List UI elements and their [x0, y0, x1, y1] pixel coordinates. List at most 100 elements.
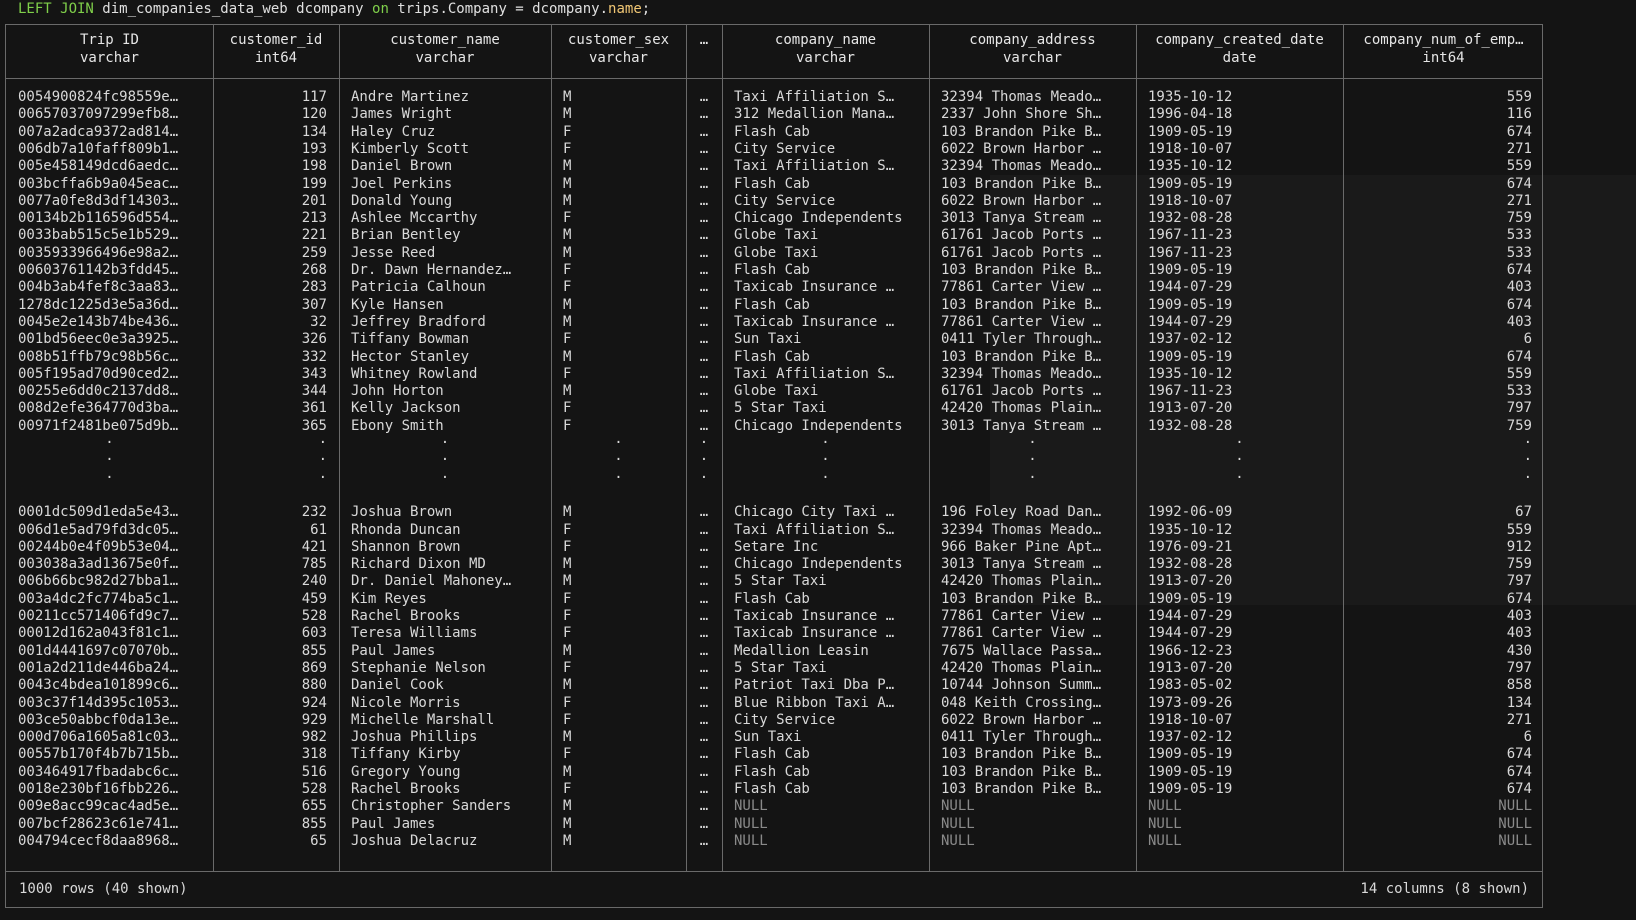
cell-hidden-columns: … — [699, 729, 709, 746]
cell-company-name: Chicago Independents — [734, 556, 903, 573]
table-row[interactable]: 004b3ab4fef8c3aa83… 283 Patricia Calhoun F …… — [6, 278, 1542, 296]
cell-company-num-of-emp: 759 — [1506, 556, 1532, 573]
sql-semicolon: ; — [641, 1, 651, 17]
cell-company-num-of-emp: 912 — [1506, 538, 1532, 555]
cell-company-name: Taxicab Insurance … — [734, 313, 895, 330]
column-header-customer-name[interactable]: customer_name varchar — [339, 31, 551, 67]
table-row[interactable]: 006d1e5ad79fd3dc05… 61 Rhonda Duncan F … Taxi… — [6, 521, 1542, 539]
cell-trip-id: 001d4441697c07070b… — [18, 642, 179, 659]
cell-customer-name: Andre Martinez — [351, 89, 470, 105]
cell-customer-name: Joshua Brown — [351, 504, 453, 521]
table-row[interactable]: 00971f2481be075d9b… 365 Ebony Smith F … Chica… — [6, 417, 1542, 435]
column-header-trip-id[interactable]: Trip ID varchar — [6, 31, 213, 67]
cell-company-address: 103 Brandon Pike B… — [941, 348, 1102, 365]
table-row[interactable]: 0018e230bf16fbb226… 528 Rachel Brooks F … Fla… — [6, 780, 1542, 798]
table-row[interactable]: 007a2adca9372ad814… 134 Haley Cruz F … Flash … — [6, 123, 1542, 141]
cell-company-address: 77861 Carter View … — [941, 279, 1102, 296]
table-row[interactable]: 005f195ad70d90ced2… 343 Whitney Rowland F … T… — [6, 365, 1542, 383]
column-header-company-name[interactable]: company_name varchar — [722, 31, 929, 67]
ellipsis-dot: · — [614, 435, 623, 451]
table-row[interactable]: 006db7a10faff809b1… 193 Kimberly Scott F … Ci… — [6, 140, 1542, 158]
cell-hidden-columns: … — [699, 383, 709, 400]
table-row[interactable]: 003ce50abbcf0da13e… 929 Michelle Marshall F… — [6, 711, 1542, 729]
cell-company-num-of-emp: 674 — [1506, 262, 1532, 278]
table-row[interactable]: 0001dc509d1eda5e43… 232 Joshua Brown M … Chic… — [6, 503, 1542, 521]
cell-customer-id: 259 — [301, 244, 327, 261]
table-row[interactable]: 00603761142b3fdd45… 268 Dr. Dawn Hernandez… — [6, 261, 1542, 279]
cell-company-name: Flash Cab — [734, 262, 810, 278]
ellipsis-dot: · — [614, 469, 623, 486]
cell-customer-sex: F — [563, 781, 572, 797]
table-row[interactable]: 004794cecf8daa8968… 65 Joshua Delacruz M … NU… — [6, 832, 1542, 850]
ellipsis-dot: · — [1523, 435, 1532, 451]
column-header-company-address[interactable]: company_address varchar — [929, 31, 1136, 67]
cell-company-address: 42420 Thomas Plain… — [941, 659, 1102, 676]
table-row[interactable]: 1278dc1225d3e5a36d… 307 Kyle Hansen M … Flash… — [6, 296, 1542, 314]
cell-company-address: 103 Brandon Pike B… — [941, 781, 1102, 797]
table-row[interactable]: 003464917fbadabc6c… 516 Gregory Young M … Fla… — [6, 763, 1542, 781]
table-row[interactable]: 0045e2e143b74be436… 32 Jeffrey Bradford M … T… — [6, 313, 1542, 331]
cell-customer-id: 198 — [301, 158, 327, 175]
table-row[interactable]: 008d2efe364770d3ba… 361 Kelly Jackson F … 5 S… — [6, 399, 1542, 417]
cell-company-num-of-emp: 559 — [1506, 365, 1532, 382]
cell-company-address: 103 Brandon Pike B… — [941, 296, 1102, 313]
cell-customer-id: 344 — [301, 383, 327, 400]
ellipsis-dot: · — [1235, 469, 1244, 486]
table-row[interactable]: 006b66bc982d27bba1… 240 Dr. Daniel Mahoney… — [6, 572, 1542, 590]
table-row[interactable]: 00012d162a043f81c1… 603 Teresa Williams F … T… — [6, 624, 1542, 642]
cell-company-created-date: 1909-05-19 — [1148, 262, 1233, 278]
cell-company-name: Chicago City Taxi … — [734, 504, 895, 521]
cell-trip-id: 001a2d211de446ba24… — [18, 659, 179, 676]
table-row[interactable]: 0035933966496e98a2… 259 Jesse Reed M … Globe … — [6, 244, 1542, 262]
table-row[interactable]: 008b51ffb79c98b56c… 332 Hector Stanley M … Fl… — [6, 348, 1542, 366]
table-row[interactable]: 0077a0fe8d3df14303… 201 Donald Young M … City… — [6, 192, 1542, 210]
table-row[interactable]: 00244b0e4f09b53e04… 421 Shannon Brown F … Set… — [6, 538, 1542, 556]
cell-company-num-of-emp: 430 — [1506, 642, 1532, 659]
column-header-company-created-date[interactable]: company_created_date date — [1136, 31, 1343, 67]
cell-customer-sex: M — [563, 798, 572, 815]
cell-customer-id: 221 — [301, 227, 327, 244]
cell-trip-id: 006db7a10faff809b1… — [18, 140, 179, 157]
cell-trip-id: 006d1e5ad79fd3dc05… — [18, 521, 179, 538]
column-header-customer-sex[interactable]: customer_sex varchar — [551, 31, 686, 67]
cell-company-address: 103 Brandon Pike B… — [941, 746, 1102, 763]
table-row[interactable]: 009e8acc99cac4ad5e… 655 Christopher Sander… — [6, 797, 1542, 815]
cell-company-name: NULL — [734, 832, 768, 849]
column-header-customer-id[interactable]: customer_id int64 — [213, 31, 339, 67]
cell-customer-name: Haley Cruz — [351, 123, 436, 140]
table-row[interactable]: 005e458149dcd6aedc… 198 Daniel Brown M … Taxi… — [6, 157, 1542, 175]
query-result-table[interactable]: Trip ID varchar customer_id int64 customer_n… — [5, 24, 1543, 908]
table-row[interactable]: 00211cc571406fd9c7… 528 Rachel Brooks F … Tax… — [6, 607, 1542, 625]
table-row[interactable]: 0054900824fc98559e… 117 Andre Martinez M … Ta… — [6, 88, 1542, 106]
ellipsis-dot: · — [318, 452, 327, 469]
cell-company-address: 0411 Tyler Through… — [941, 729, 1102, 746]
table-row[interactable]: 001d4441697c07070b… 855 Paul James M … Medall… — [6, 642, 1542, 660]
cell-hidden-columns: … — [699, 694, 709, 711]
table-row[interactable]: 007bcf28623c61e741… 855 Paul James M … NULL NU… — [6, 815, 1542, 833]
cell-company-name: City Service — [734, 140, 836, 157]
table-row[interactable]: 00255e6dd0c2137dd8… 344 John Horton M … Globe… — [6, 382, 1542, 400]
table-row[interactable]: 000d706a1605a81c03… 982 Joshua Phillips M … S… — [6, 728, 1542, 746]
table-row[interactable]: 0043c4bdea101899c6… 880 Daniel Cook M … Patri… — [6, 676, 1542, 694]
table-row[interactable]: 001a2d211de446ba24… 869 Stephanie Nelson F …… — [6, 659, 1542, 677]
cell-trip-id: 00211cc571406fd9c7… — [18, 608, 179, 624]
cell-trip-id: 008b51ffb79c98b56c… — [18, 348, 179, 365]
table-row[interactable]: 00557b170f4b7b715b… 318 Tiffany Kirby F … Fla… — [6, 745, 1542, 763]
cell-company-name: NULL — [734, 798, 768, 815]
cell-hidden-columns: … — [699, 590, 709, 607]
column-header-hidden-columns[interactable]: … — [686, 31, 722, 49]
ellipsis-dot: · — [1028, 469, 1037, 486]
table-row[interactable]: 00134b2b116596d554… 213 Ashlee Mccarthy F … C… — [6, 209, 1542, 227]
row-count-status: 1000 rows (40 shown) — [19, 881, 188, 897]
table-row[interactable]: 003c37f14d395c1053… 924 Nicole Morris F … Blu… — [6, 694, 1542, 712]
table-row[interactable]: 0033bab515c5e1b529… 221 Brian Bentley M … Glo… — [6, 226, 1542, 244]
table-row[interactable]: 003038a3ad13675e0f… 785 Richard Dixon MD M …… — [6, 555, 1542, 573]
cell-company-address: NULL — [941, 832, 975, 849]
table-row[interactable]: 001bd56eec0e3a3925… 326 Tiffany Bowman F … Su… — [6, 330, 1542, 348]
table-row[interactable]: 003a4dc2fc774ba5c1… 459 Kim Reyes F … Flash C… — [6, 590, 1542, 608]
table-row[interactable]: 00657037097299efb8… 120 James Wright M … 312 … — [6, 105, 1542, 123]
column-header-company-num-of-emp[interactable]: company_num_of_emp… int64 — [1343, 31, 1544, 67]
cell-trip-id: 0054900824fc98559e… — [18, 89, 179, 105]
cell-customer-id: 855 — [301, 815, 327, 832]
table-row[interactable]: 003bcffa6b9a045eac… 199 Joel Perkins M … Flas… — [6, 175, 1542, 193]
